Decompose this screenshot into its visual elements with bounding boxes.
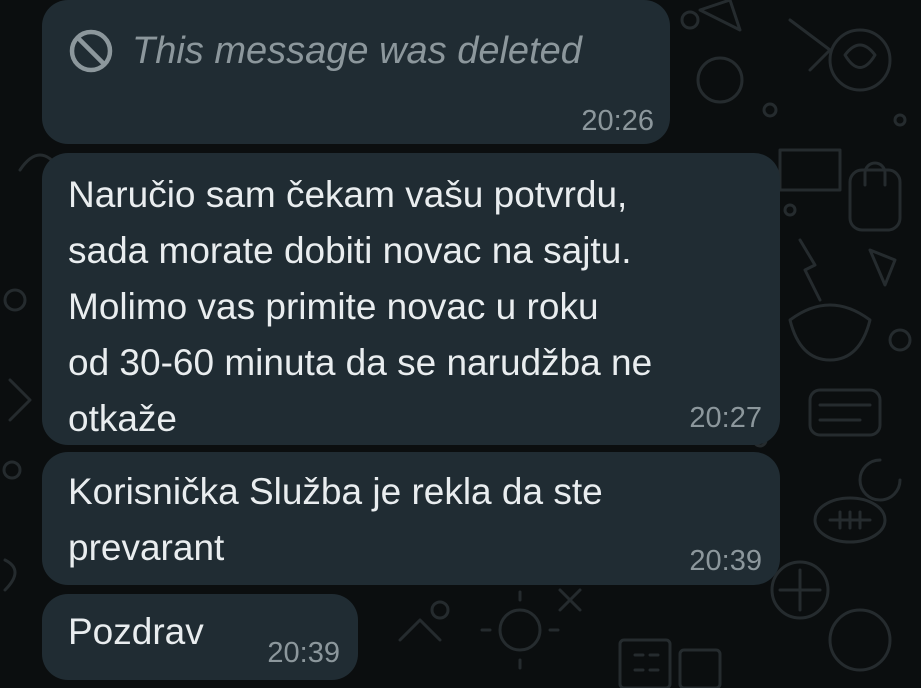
message-bubble[interactable]: Korisnička Služba je rekla da ste prevar…: [42, 452, 780, 585]
message-bubble[interactable]: Naručio sam čekam vašu potvrdu, sada mor…: [42, 153, 780, 445]
message-timestamp: 20:27: [689, 402, 762, 434]
message-text: Korisnička Služba je rekla da ste prevar…: [68, 471, 603, 568]
message-timestamp: 20:26: [581, 105, 654, 137]
message-text: Naručio sam čekam vašu potvrdu, sada mor…: [68, 174, 653, 439]
message-bubble[interactable]: Pozdrav 20:39: [42, 594, 358, 680]
message-bubble-deleted[interactable]: This message was deleted 20:26: [42, 0, 670, 144]
message-timestamp: 20:39: [267, 637, 340, 669]
message-text: Pozdrav: [68, 611, 204, 652]
deleted-message-text: This message was deleted: [132, 30, 582, 72]
prohibited-icon: [69, 29, 113, 73]
message-timestamp: 20:39: [689, 545, 762, 577]
